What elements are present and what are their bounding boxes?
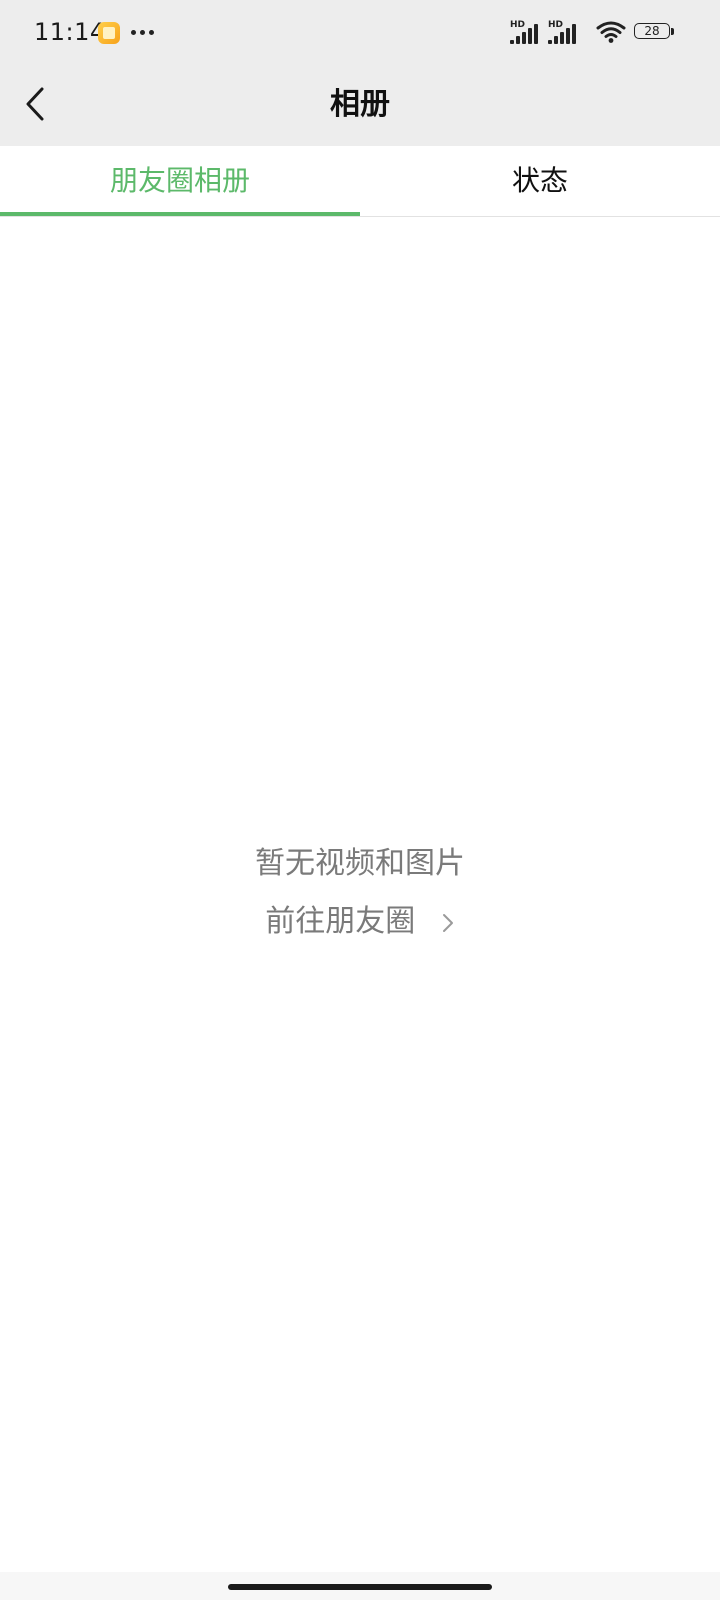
empty-state: 暂无视频和图片 前往朋友圈: [0, 840, 720, 946]
tab-status[interactable]: 状态: [360, 146, 720, 216]
chevron-right-icon: [442, 913, 453, 932]
sim2-hd-label: HD: [548, 20, 564, 30]
home-indicator[interactable]: [228, 1584, 492, 1590]
page-title: 相册: [330, 87, 390, 122]
cellular-signal-sim2-icon: HD: [548, 20, 584, 44]
go-to-moments-link[interactable]: 前往朋友圈: [265, 898, 455, 946]
battery-level: 28: [644, 24, 660, 38]
chevron-left-icon: [26, 87, 44, 121]
empty-state-message: 暂无视频和图片: [255, 846, 465, 881]
status-bar: 11:14 HD HD 28: [0, 0, 720, 64]
active-tab-indicator: [0, 212, 360, 216]
wifi-icon: [596, 20, 626, 44]
more-dots-icon: [131, 30, 155, 36]
app-notification-icon: [98, 22, 120, 44]
battery-icon: 28: [634, 23, 674, 41]
tab-bar: 朋友圈相册 状态: [0, 146, 720, 217]
back-button[interactable]: [18, 82, 62, 126]
sim1-hd-label: HD: [510, 20, 526, 30]
go-to-moments-label: 前往朋友圈: [265, 904, 416, 939]
cellular-signal-sim1-icon: HD: [510, 20, 546, 44]
navigation-bar: 相册: [0, 64, 720, 146]
status-time: 11:14: [34, 18, 106, 46]
tab-moments-album[interactable]: 朋友圈相册: [0, 146, 360, 216]
